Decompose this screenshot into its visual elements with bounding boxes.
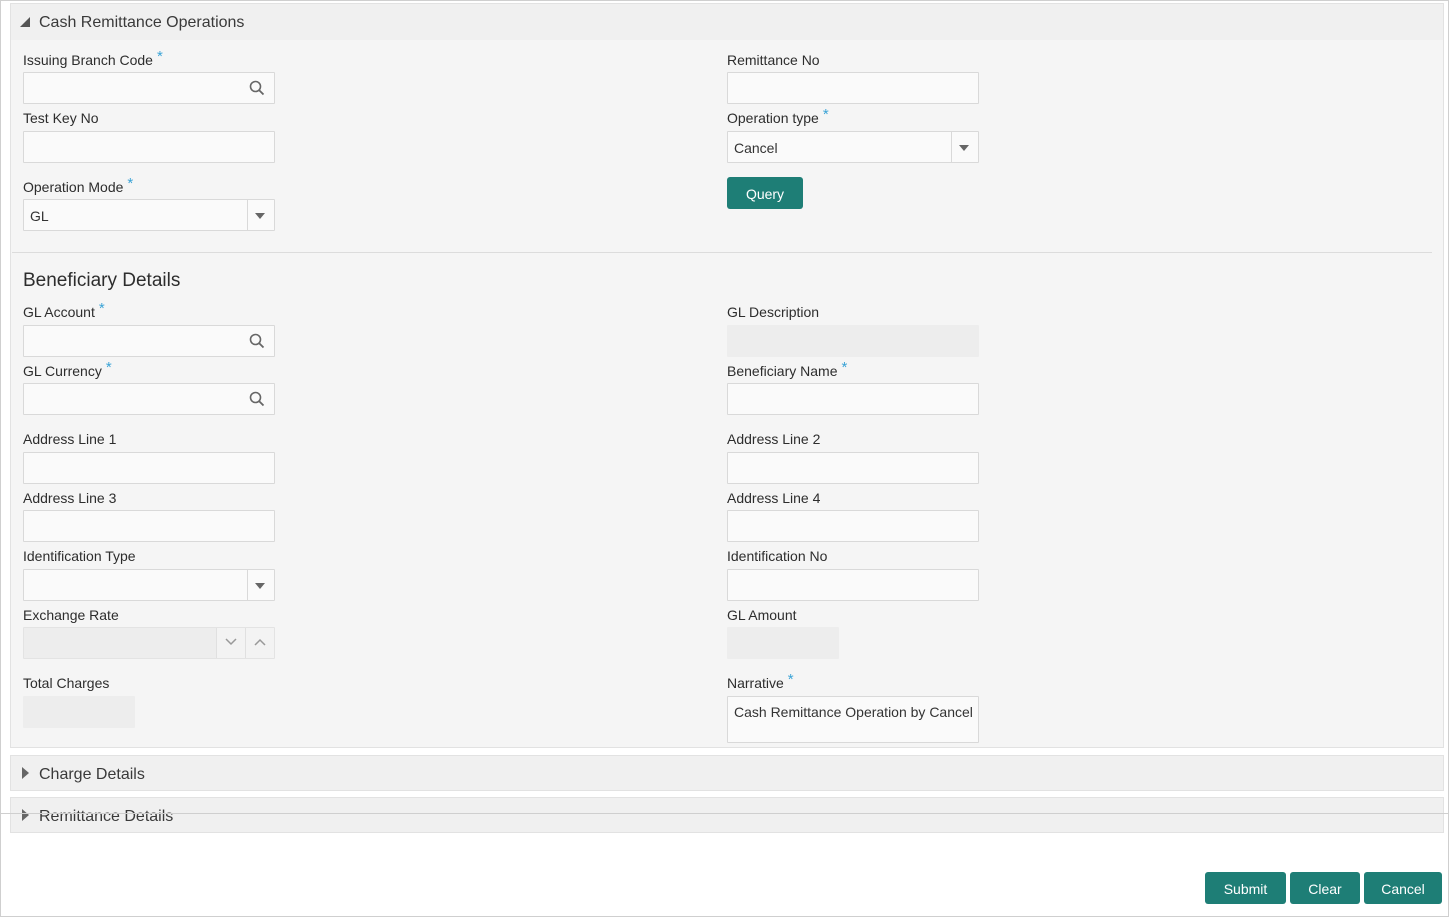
identification-type-label: Identification Type (23, 548, 136, 564)
issuing-branch-code-input[interactable] (23, 72, 275, 104)
cancel-button[interactable]: Cancel (1364, 872, 1442, 904)
narrative-label: Narrative * (727, 671, 794, 691)
expand-triangle-icon[interactable] (21, 767, 30, 779)
increment-button[interactable] (245, 628, 274, 658)
query-button[interactable]: Query (727, 177, 803, 209)
chevron-down-icon[interactable] (255, 583, 265, 589)
remittance-no-label: Remittance No (727, 52, 820, 68)
operation-mode-label: Operation Mode * (23, 175, 134, 195)
beneficiary-name-label: Beneficiary Name * (727, 359, 848, 379)
address-line-3-label: Address Line 3 (23, 490, 117, 506)
section-divider (12, 252, 1432, 253)
chevron-down-icon[interactable] (959, 145, 969, 151)
search-icon[interactable] (249, 391, 265, 407)
horizontal-rule (0, 813, 1449, 814)
identification-type-select[interactable] (23, 569, 275, 601)
clear-button[interactable]: Clear (1290, 872, 1360, 904)
section-header[interactable]: Cash Remittance Operations (11, 4, 1443, 40)
test-key-no-input[interactable] (23, 131, 275, 163)
address-line-2-label: Address Line 2 (727, 431, 821, 447)
charge-details-section[interactable]: Charge Details (10, 755, 1444, 791)
issuing-branch-code-label: Issuing Branch Code * (23, 48, 163, 68)
gl-amount-label: GL Amount (727, 607, 797, 623)
remittance-no-input[interactable] (727, 72, 979, 104)
search-icon[interactable] (249, 333, 265, 349)
narrative-textarea[interactable]: Cash Remittance Operation by Cancel (727, 696, 979, 743)
beneficiary-name-input[interactable] (727, 383, 979, 415)
address-line-1-input[interactable] (23, 452, 275, 484)
total-charges-field (23, 696, 135, 728)
address-line-4-label: Address Line 4 (727, 490, 821, 506)
gl-description-label: GL Description (727, 304, 820, 320)
search-icon[interactable] (249, 80, 265, 96)
gl-description-field (727, 325, 979, 357)
gl-currency-input[interactable] (23, 383, 275, 415)
beneficiary-details-heading: Beneficiary Details (23, 270, 181, 291)
chevron-up-icon (254, 638, 266, 646)
test-key-no-label: Test Key No (23, 110, 99, 126)
address-line-2-input[interactable] (727, 452, 979, 484)
decrement-button[interactable] (216, 628, 245, 658)
gl-amount-field (727, 627, 839, 659)
address-line-3-input[interactable] (23, 510, 275, 542)
identification-no-label: Identification No (727, 548, 828, 564)
collapse-triangle-icon[interactable] (19, 16, 31, 28)
remittance-details-section[interactable]: Remittance Details (10, 797, 1444, 833)
expand-triangle-icon[interactable] (21, 809, 30, 821)
exchange-rate-input[interactable] (23, 627, 275, 659)
total-charges-label: Total Charges (23, 675, 110, 691)
identification-no-input[interactable] (727, 569, 979, 601)
gl-account-label: GL Account * (23, 300, 105, 320)
chevron-down-icon (225, 638, 237, 646)
address-line-1-label: Address Line 1 (23, 431, 117, 447)
chevron-down-icon[interactable] (255, 213, 265, 219)
address-line-4-input[interactable] (727, 510, 979, 542)
section-title: Remittance Details (39, 808, 174, 825)
exchange-rate-label: Exchange Rate (23, 607, 119, 623)
section-title: Cash Remittance Operations (39, 14, 245, 31)
operation-type-label: Operation type * (727, 106, 829, 126)
operation-type-select[interactable]: Cancel (727, 131, 979, 163)
section-title: Charge Details (39, 766, 145, 783)
submit-button[interactable]: Submit (1205, 872, 1286, 904)
gl-account-input[interactable] (23, 325, 275, 357)
gl-currency-label: GL Currency * (23, 359, 112, 379)
operation-mode-select[interactable]: GL (23, 199, 275, 231)
